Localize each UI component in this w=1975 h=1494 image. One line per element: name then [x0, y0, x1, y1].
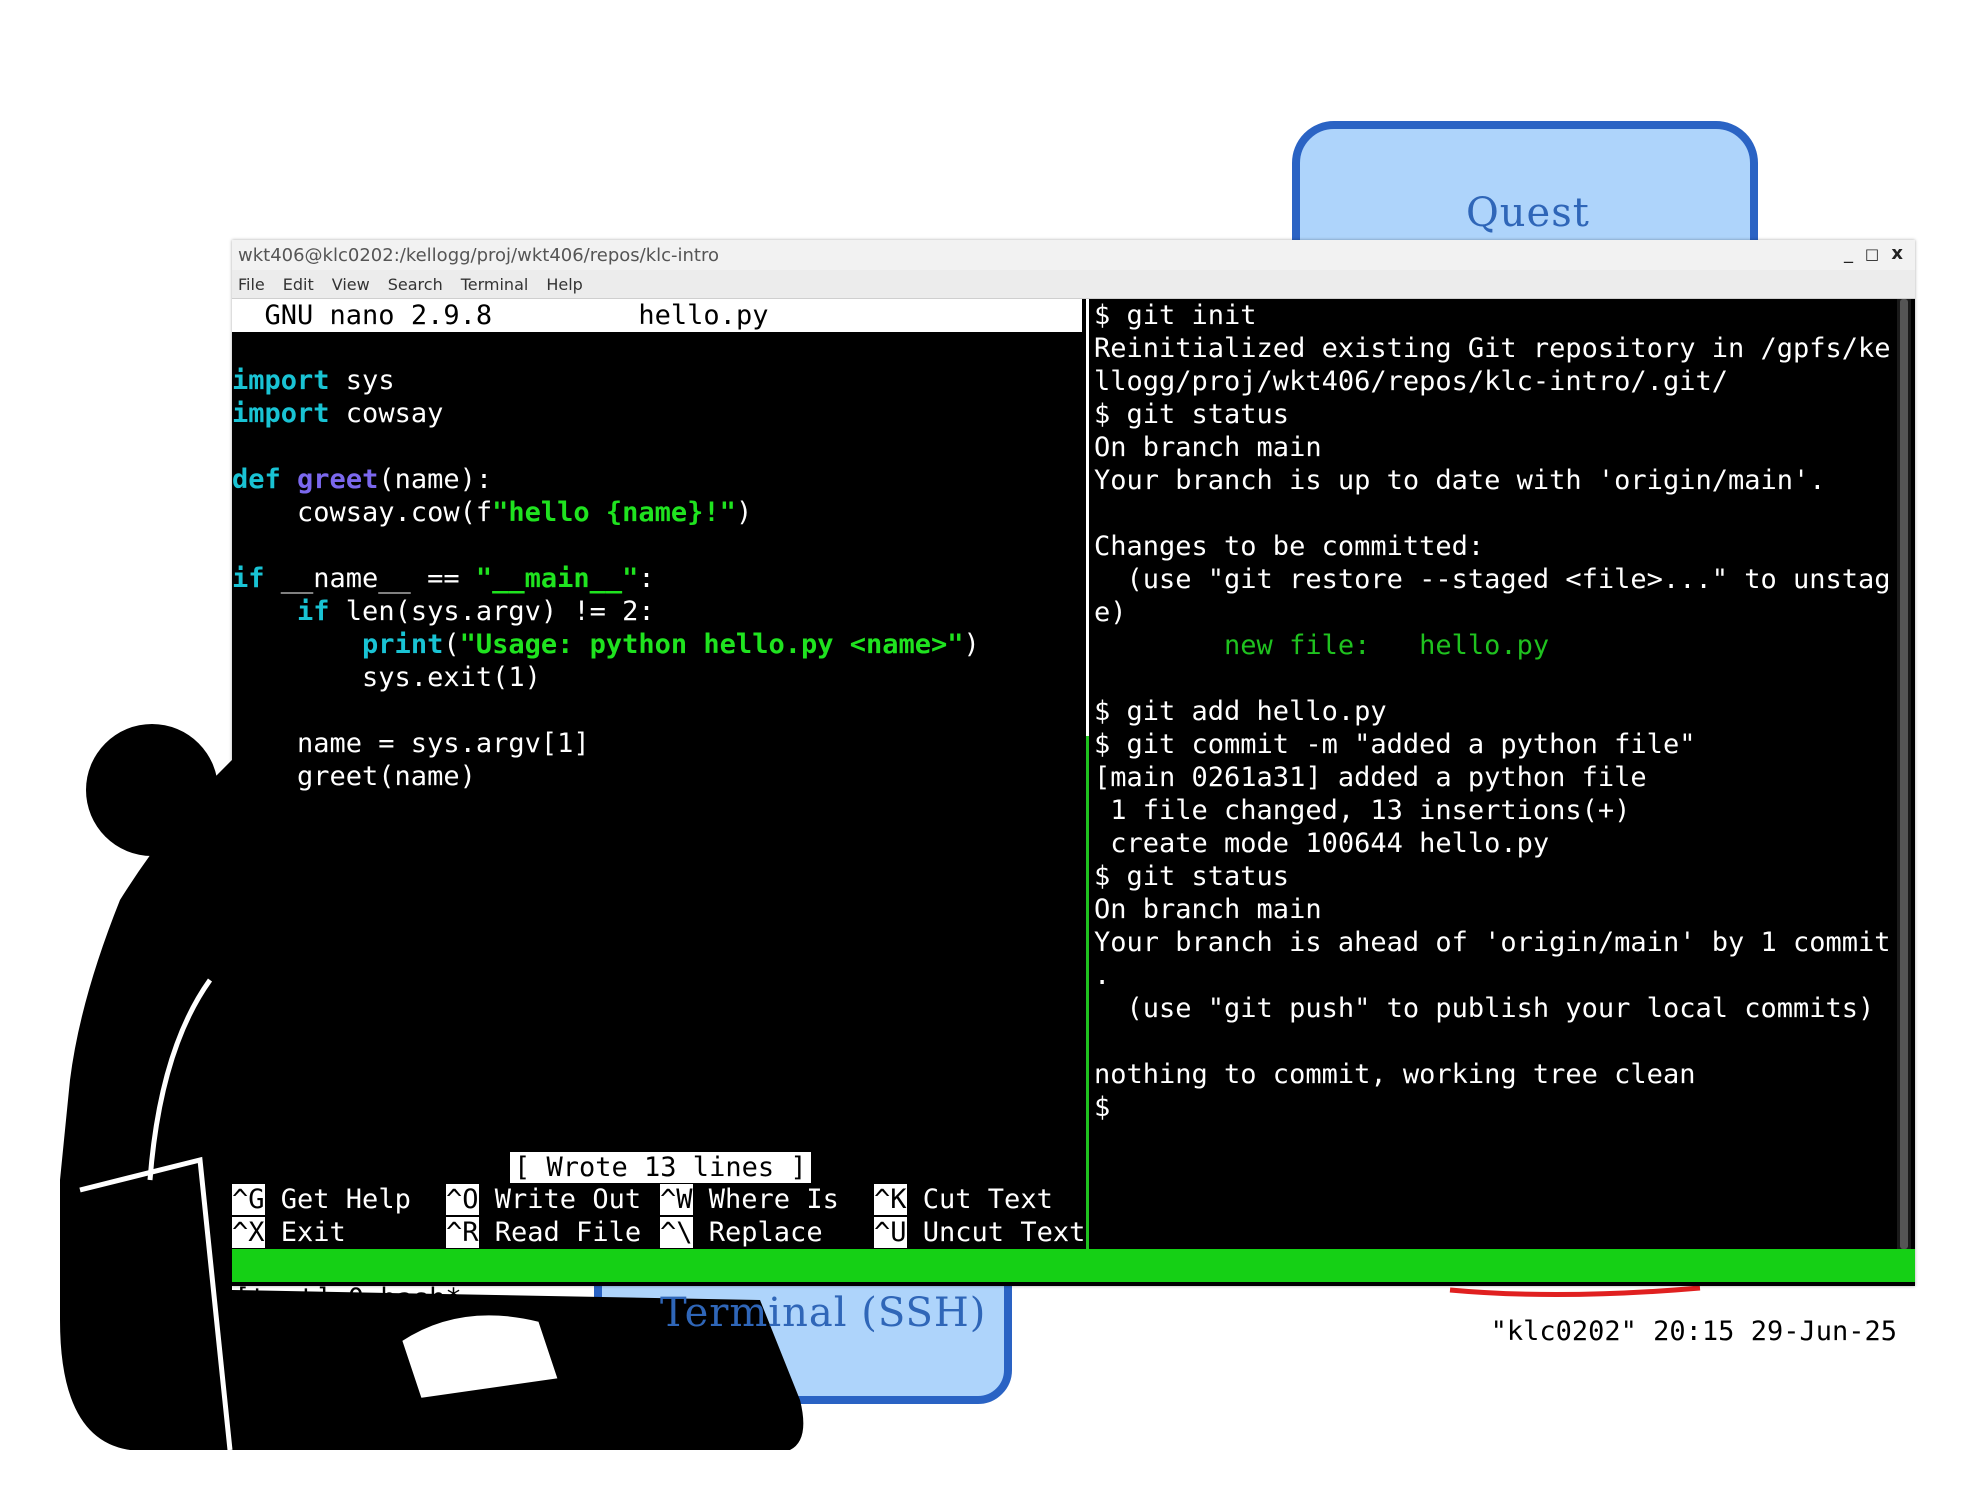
tmux-host-time: "klc0202" 20:15 29-Jun-25	[1490, 1316, 1897, 1347]
shortcut-uncut-text[interactable]: ^U Uncut Text	[874, 1216, 1084, 1249]
shell-pane[interactable]: $ git init Reinitialized existing Git rep…	[1094, 299, 1894, 1249]
menu-search[interactable]: Search	[388, 275, 443, 294]
shell-line: $ git add hello.py	[1094, 696, 1387, 727]
shell-line: Your branch is up to date with 'origin/m…	[1094, 465, 1826, 496]
terminal-ssh-label: Terminal (SSH)	[660, 1290, 987, 1336]
tmux-status-bar: [test] 0:bash* "klc0202" 20:15 29-Jun-25	[232, 1249, 1915, 1347]
close-icon[interactable]: x	[1891, 243, 1903, 264]
menu-file[interactable]: File	[238, 275, 265, 294]
scrollbar[interactable]	[1897, 299, 1911, 1249]
nano-status-message: [ Wrote 13 lines ]	[510, 1152, 811, 1183]
nano-pane[interactable]: GNU nano 2.9.8 hello.py import sys impor…	[232, 299, 1084, 1249]
code-line: import cowsay	[232, 398, 444, 429]
shell-line: llogg/proj/wkt406/repos/klc-intro/.git/	[1094, 366, 1728, 397]
shell-line: Your branch is ahead of 'origin/main' by…	[1094, 927, 1891, 958]
code-line: import sys	[232, 365, 395, 396]
quest-label: Quest	[1466, 190, 1590, 236]
shortcut-exit[interactable]: ^X Exit	[232, 1216, 346, 1249]
shortcut-write-out[interactable]: ^O Write Out	[446, 1183, 641, 1216]
shell-line: $ git status	[1094, 399, 1290, 430]
shell-line: $	[1094, 1092, 1111, 1123]
code-line: print("Usage: python hello.py <name>")	[362, 629, 980, 660]
pane-divider[interactable]	[1086, 299, 1089, 1249]
shortcut-replace[interactable]: ^\ Replace	[660, 1216, 823, 1249]
red-accent-line	[1449, 1285, 1701, 1298]
title-bar[interactable]: wkt406@klc0202:/kellogg/proj/wkt406/repo…	[232, 240, 1915, 270]
maximize-icon[interactable]: □	[1865, 245, 1879, 263]
shell-line: e)	[1094, 597, 1127, 628]
code-line: if len(sys.argv) != 2:	[297, 596, 655, 627]
code-line: def greet(name):	[232, 464, 493, 495]
menu-view[interactable]: View	[332, 275, 370, 294]
window-title: wkt406@klc0202:/kellogg/proj/wkt406/repo…	[238, 245, 719, 266]
shortcut-get-help[interactable]: ^G Get Help	[232, 1183, 411, 1216]
minimize-icon[interactable]: _	[1844, 243, 1853, 264]
shell-line: [main 0261a31] added a python file	[1094, 762, 1647, 793]
code-line: cowsay.cow(f"hello {name}!")	[232, 497, 753, 528]
tmux-session: [test] 0:bash*	[234, 1283, 462, 1314]
nano-app-version: GNU nano 2.9.8	[264, 300, 493, 331]
shell-line: .	[1094, 960, 1111, 991]
shell-line: Changes to be committed:	[1094, 531, 1485, 562]
shell-line: On branch main	[1094, 894, 1322, 925]
shell-line: On branch main	[1094, 432, 1322, 463]
shortcut-where-is[interactable]: ^W Where Is	[660, 1183, 839, 1216]
shell-line: new file: hello.py	[1094, 630, 1550, 661]
menu-edit[interactable]: Edit	[283, 275, 314, 294]
terminal-window: wkt406@klc0202:/kellogg/proj/wkt406/repo…	[232, 240, 1915, 1347]
shell-line: 1 file changed, 13 insertions(+)	[1094, 795, 1631, 826]
shell-line: (use "git restore --staged <file>..." to…	[1094, 564, 1891, 595]
shell-line: nothing to commit, working tree clean	[1094, 1059, 1696, 1090]
shortcut-read-file[interactable]: ^R Read File	[446, 1216, 641, 1249]
menu-help[interactable]: Help	[546, 275, 582, 294]
shortcut-cut-text[interactable]: ^K Cut Text	[874, 1183, 1053, 1216]
code-line: sys.exit(1)	[232, 662, 541, 693]
shell-line: (use "git push" to publish your local co…	[1094, 993, 1875, 1024]
shell-line: $ git status	[1094, 861, 1290, 892]
shell-line: create mode 100644 hello.py	[1094, 828, 1550, 859]
shell-line: $ git commit -m "added a python file"	[1094, 729, 1696, 760]
scrollbar-thumb[interactable]	[1900, 299, 1908, 1249]
code-line: if __name__ == "__main__":	[232, 563, 655, 594]
nano-header: GNU nano 2.9.8 hello.py	[232, 299, 1082, 332]
shell-line: Reinitialized existing Git repository in…	[1094, 333, 1891, 364]
terminal-area[interactable]: GNU nano 2.9.8 hello.py import sys impor…	[232, 299, 1915, 1347]
code-line: greet(name)	[232, 761, 476, 792]
nano-filename: hello.py	[638, 300, 769, 331]
shell-line: $ git init	[1094, 300, 1257, 331]
menu-terminal[interactable]: Terminal	[461, 275, 529, 294]
menu-bar: File Edit View Search Terminal Help	[232, 270, 1915, 299]
code-line: name = sys.argv[1]	[232, 728, 590, 759]
